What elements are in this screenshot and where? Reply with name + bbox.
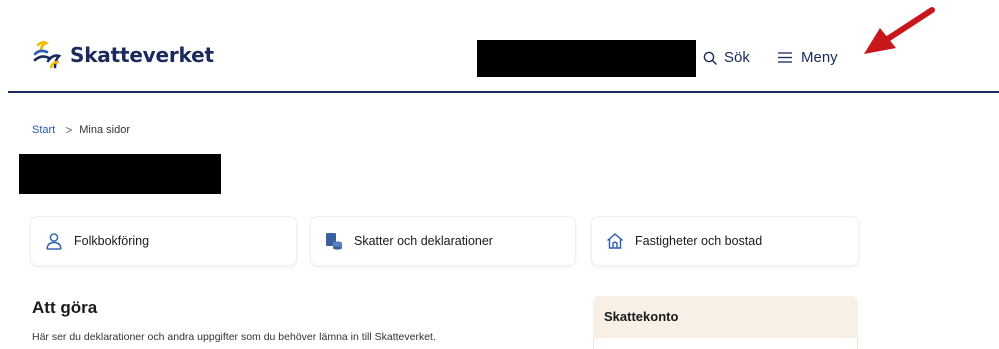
breadcrumb: Start > Mina sidor xyxy=(32,123,130,137)
redacted-user-name xyxy=(19,154,221,194)
hamburger-icon xyxy=(778,52,792,63)
redacted-block xyxy=(477,40,696,77)
menu-label: Meny xyxy=(801,49,838,66)
document-stack-icon xyxy=(326,233,342,250)
shortcut-label: Folkbokföring xyxy=(74,234,150,248)
search-button[interactable]: Sök xyxy=(703,49,750,66)
shortcut-card-skatter[interactable]: Skatter och deklarationer xyxy=(311,217,575,265)
brand-name: Skatteverket xyxy=(70,43,214,67)
site-header: Skatteverket Sök Meny xyxy=(0,0,999,93)
shortcut-label: Fastigheter och bostad xyxy=(635,234,763,248)
person-icon xyxy=(46,233,62,250)
search-label: Sök xyxy=(724,49,750,66)
shortcut-card-folkbokforing[interactable]: Folkbokföring xyxy=(31,217,296,265)
breadcrumb-current: Mina sidor xyxy=(79,124,130,136)
todo-description: Här ser du deklarationer och andra uppgi… xyxy=(32,331,436,343)
shortcut-card-fastigheter[interactable]: Fastigheter och bostad xyxy=(592,217,858,265)
skattekonto-heading: Skattekonto xyxy=(604,309,679,324)
annotation-arrow-icon xyxy=(864,7,935,54)
logo-mark-icon xyxy=(33,41,62,69)
todo-heading: Att göra xyxy=(32,298,98,317)
skattekonto-panel: Skattekonto xyxy=(593,296,858,349)
skattekonto-content xyxy=(593,338,858,349)
menu-button[interactable]: Meny xyxy=(778,49,838,66)
breadcrumb-separator: > xyxy=(65,123,73,137)
skatteverket-logo[interactable]: Skatteverket xyxy=(32,40,214,70)
house-icon xyxy=(607,233,623,249)
search-icon xyxy=(703,51,717,65)
breadcrumb-start-link[interactable]: Start xyxy=(32,124,55,136)
header-divider xyxy=(8,91,999,93)
shortcut-label: Skatter och deklarationer xyxy=(354,234,493,248)
